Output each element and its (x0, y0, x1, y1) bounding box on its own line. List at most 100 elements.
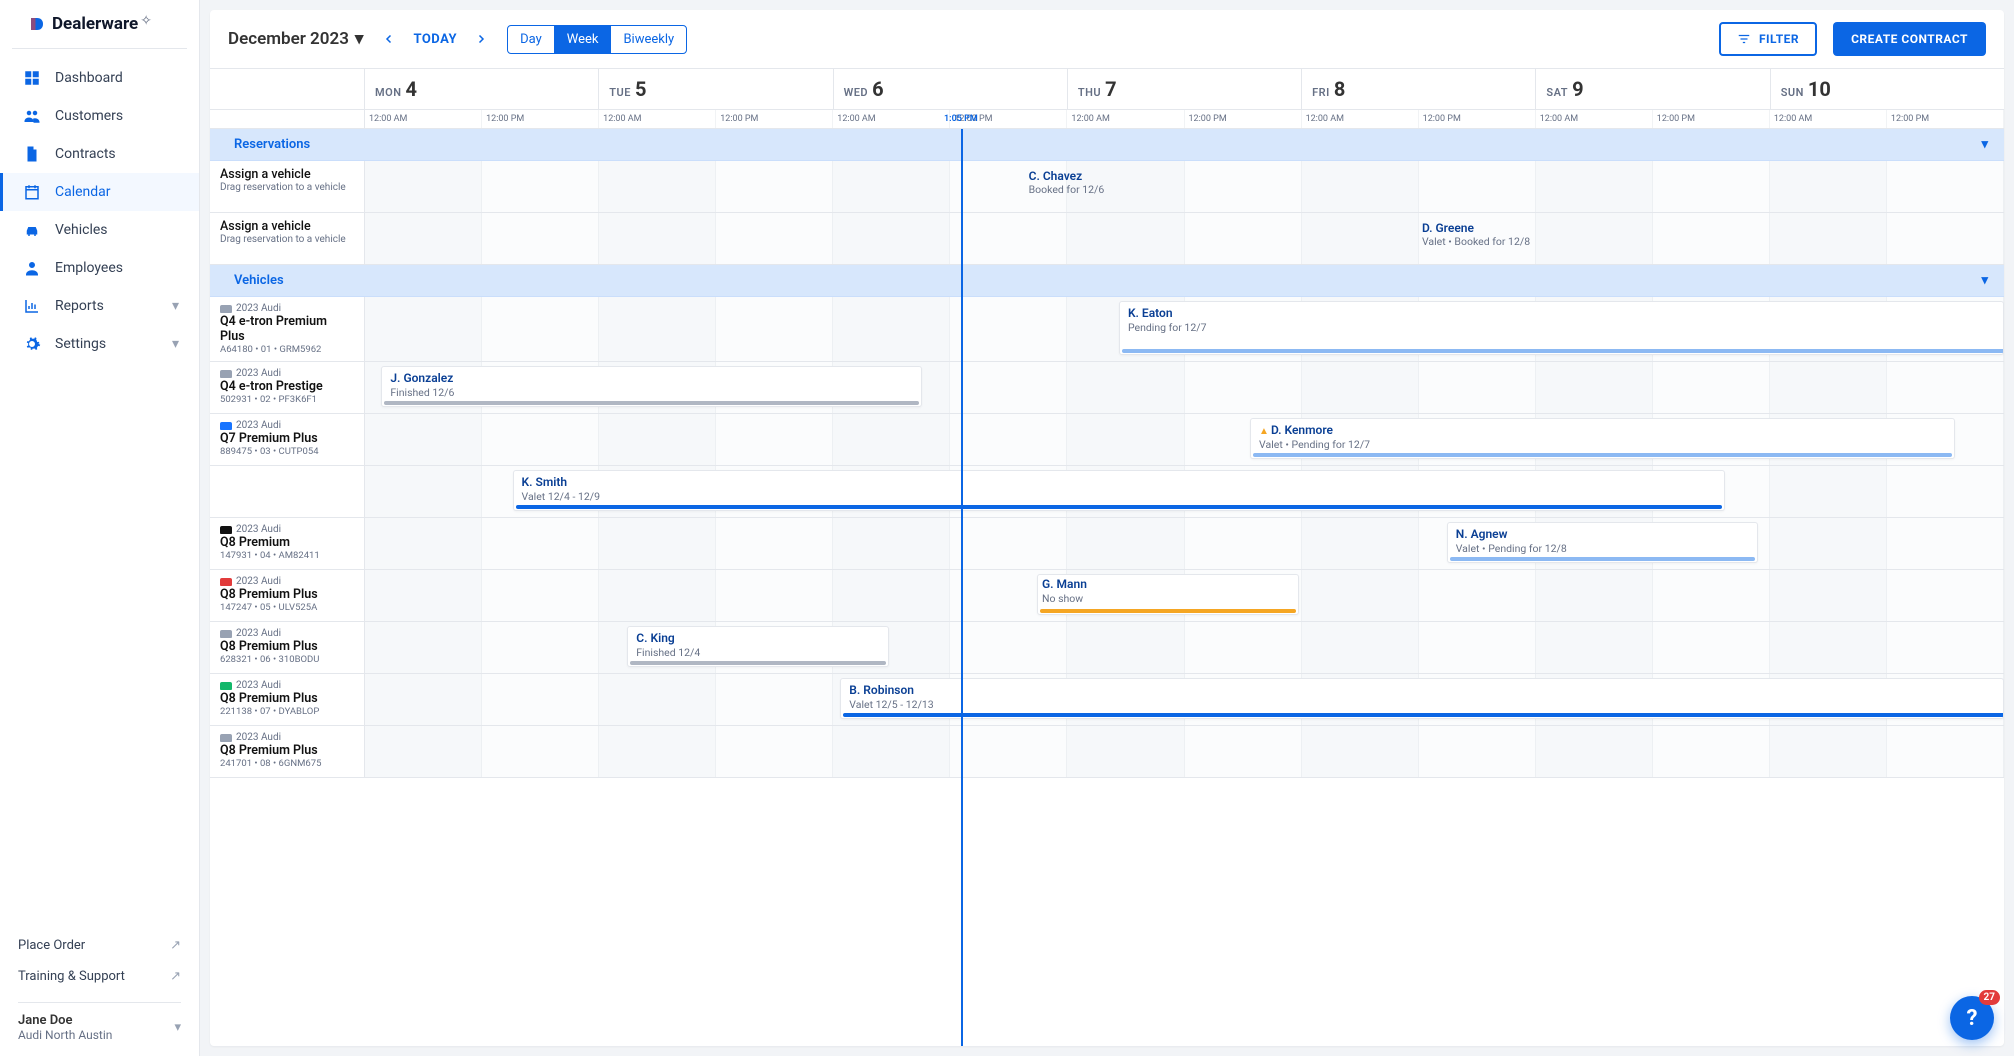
time-slot-label: 12:00 AM (1770, 110, 1887, 128)
chevron-right-icon (475, 33, 487, 45)
row-lane[interactable]: C. King Finished 12/4 (365, 622, 2004, 673)
sidebar-item-reports[interactable]: Reports ▾ (0, 287, 199, 325)
user-name: Jane Doe (18, 1013, 112, 1028)
status-bar (1122, 349, 2004, 353)
sidebar-item-settings[interactable]: Settings ▾ (0, 325, 199, 363)
row-lane[interactable]: K. Smith Valet 12/4 - 12/9 (365, 466, 2004, 517)
vehicle-label[interactable]: 2023 Audi Q8 Premium Plus 221138 • 07 • … (210, 674, 365, 725)
status-bar (1040, 609, 1296, 613)
time-header-row: 1:05 PM 12:00 AM12:00 PM12:00 AM12:00 PM… (210, 110, 2004, 129)
vehicle-label[interactable]: 2023 Audi Q8 Premium Plus 241701 • 08 • … (210, 726, 365, 777)
reservation-card[interactable]: D. Greene Valet • Booked for 12/8 (1414, 217, 2004, 258)
brand-plus-icon: ✧ (140, 13, 152, 29)
sidebar-item-employees[interactable]: Employees (0, 249, 199, 287)
chevron-down-icon: ▾ (1981, 273, 1988, 288)
month-picker[interactable]: December 2023 ▾ (228, 29, 363, 49)
view-week[interactable]: Week (555, 26, 612, 53)
user-switcher[interactable]: Jane Doe Audi North Austin ▾ (18, 1002, 181, 1042)
vehicle-row: 2023 Audi Q8 Premium Plus 221138 • 07 • … (210, 674, 2004, 726)
brand-name: Dealerware (52, 14, 138, 34)
time-slot-label: 12:00 PM (716, 110, 833, 128)
vehicle-label[interactable]: 2023 Audi Q8 Premium 147931 • 04 • AM824… (210, 518, 365, 569)
contract-card[interactable]: K. Smith Valet 12/4 - 12/9 (513, 470, 1726, 511)
sidebar-item-dashboard[interactable]: Dashboard (0, 59, 199, 97)
prev-week-button[interactable] (379, 29, 399, 49)
sidebar-item-label: Reports (55, 298, 104, 314)
bottom-link-place-order[interactable]: Place Order ↗ (18, 930, 181, 961)
document-icon (23, 145, 41, 163)
reservation-card[interactable]: C. Chavez Booked for 12/6 (1021, 165, 2004, 206)
time-slot-label: 12:00 PM (1887, 110, 2004, 128)
filter-button[interactable]: FILTER (1719, 22, 1817, 56)
row-lane[interactable]: ▲D. Kenmore Valet • Pending for 12/7 (365, 414, 2004, 465)
sidebar-item-label: Vehicles (55, 222, 108, 238)
bottom-link-training-support[interactable]: Training & Support ↗ (18, 961, 181, 992)
status-bar (1253, 453, 1952, 457)
day-header: WED6 (834, 69, 1068, 109)
car-icon (220, 578, 232, 586)
car-icon (23, 221, 41, 239)
contract-card[interactable]: G. Mann No show (1037, 574, 1299, 615)
row-lane[interactable] (365, 726, 2004, 777)
time-slot-label: 12:00 PM (482, 110, 599, 128)
today-button[interactable]: TODAY (413, 32, 457, 47)
time-slot-label: 12:00 AM (1067, 110, 1184, 128)
status-bar (516, 505, 1723, 509)
next-week-button[interactable] (471, 29, 491, 49)
vehicle-label[interactable]: 2023 Audi Q7 Premium Plus 889475 • 03 • … (210, 414, 365, 465)
contract-card[interactable]: B. Robinson Valet 12/5 - 12/13 (840, 678, 2004, 719)
sidebar-item-contracts[interactable]: Contracts (0, 135, 199, 173)
vehicle-label[interactable]: 2023 Audi Q4 e-tron Prestige 502931 • 02… (210, 362, 365, 413)
chevron-down-icon: ▾ (1981, 137, 1988, 152)
sidebar-item-customers[interactable]: Customers (0, 97, 199, 135)
row-lane[interactable]: K. Eaton Pending for 12/7 (365, 297, 2004, 361)
contract-card[interactable]: J. Gonzalez Finished 12/6 (381, 366, 922, 407)
filter-icon (1737, 32, 1751, 46)
sidebar-nav: Dashboard Customers Contracts Calendar V… (0, 55, 199, 930)
month-label: December 2023 (228, 29, 349, 49)
external-link-icon: ↗ (170, 938, 181, 953)
sidebar-item-label: Contracts (55, 146, 116, 162)
car-icon (220, 370, 232, 378)
view-biweekly[interactable]: Biweekly (611, 26, 686, 53)
vehicles-section-header[interactable]: Vehicles ▾ (210, 265, 2004, 297)
vehicle-row: 2023 Audi Q4 e-tron Premium Plus A64180 … (210, 297, 2004, 362)
row-lane[interactable]: J. Gonzalez Finished 12/6 (365, 362, 2004, 413)
row-lane[interactable]: B. Robinson Valet 12/5 - 12/13 (365, 674, 2004, 725)
user-location: Audi North Austin (18, 1028, 112, 1042)
contract-card[interactable]: N. Agnew Valet • Pending for 12/8 (1447, 522, 1758, 563)
help-icon: ? (1967, 1006, 1978, 1031)
row-lane[interactable]: D. Greene Valet • Booked for 12/8 (365, 213, 2004, 264)
create-contract-button[interactable]: CREATE CONTRACT (1833, 22, 1986, 56)
car-icon (220, 305, 232, 313)
vehicle-label[interactable]: 2023 Audi Q8 Premium Plus 147247 • 05 • … (210, 570, 365, 621)
day-header: TUE5 (599, 69, 833, 109)
contract-card[interactable]: ▲D. Kenmore Valet • Pending for 12/7 (1250, 418, 1955, 459)
view-day[interactable]: Day (508, 26, 555, 53)
day-header: SAT9 (1536, 69, 1770, 109)
vehicle-row: 2023 Audi Q7 Premium Plus 889475 • 03 • … (210, 414, 2004, 466)
time-slot-label: 12:00 AM (1536, 110, 1653, 128)
time-slot-label: 12:00 PM (1185, 110, 1302, 128)
reservations-section-header[interactable]: Reservations ▾ (210, 129, 2004, 161)
vehicle-label[interactable]: 2023 Audi Q4 e-tron Premium Plus A64180 … (210, 297, 365, 361)
sidebar-item-label: Dashboard (55, 70, 123, 86)
row-lane[interactable]: G. Mann No show (365, 570, 2004, 621)
car-icon (220, 422, 232, 430)
vehicle-label[interactable]: 2023 Audi Q8 Premium Plus 628321 • 06 • … (210, 622, 365, 673)
calendar-toolbar: December 2023 ▾ TODAY DayWeekBiweekly FI… (210, 10, 2004, 69)
row-lane[interactable]: C. Chavez Booked for 12/6 (365, 161, 2004, 212)
contract-card[interactable]: C. King Finished 12/4 (627, 626, 889, 667)
calendar-body[interactable]: Reservations ▾ Assign a vehicle Drag res… (210, 129, 2004, 1046)
car-icon (220, 630, 232, 638)
brand-logo: Dealerware ✧ (12, 14, 187, 49)
time-slot-label: 12:00 PM (1653, 110, 1770, 128)
row-lane[interactable]: N. Agnew Valet • Pending for 12/8 (365, 518, 2004, 569)
sidebar-item-calendar[interactable]: Calendar (0, 173, 199, 211)
contract-card[interactable]: K. Eaton Pending for 12/7 (1119, 301, 2004, 355)
sidebar-item-vehicles[interactable]: Vehicles (0, 211, 199, 249)
grid-icon (23, 69, 41, 87)
day-header-row: MON4TUE5WED6THU7FRI8SAT9SUN10 (210, 69, 2004, 110)
help-fab[interactable]: ? 27 (1950, 996, 1994, 1040)
time-slot-label: 12:00 AM (365, 110, 482, 128)
